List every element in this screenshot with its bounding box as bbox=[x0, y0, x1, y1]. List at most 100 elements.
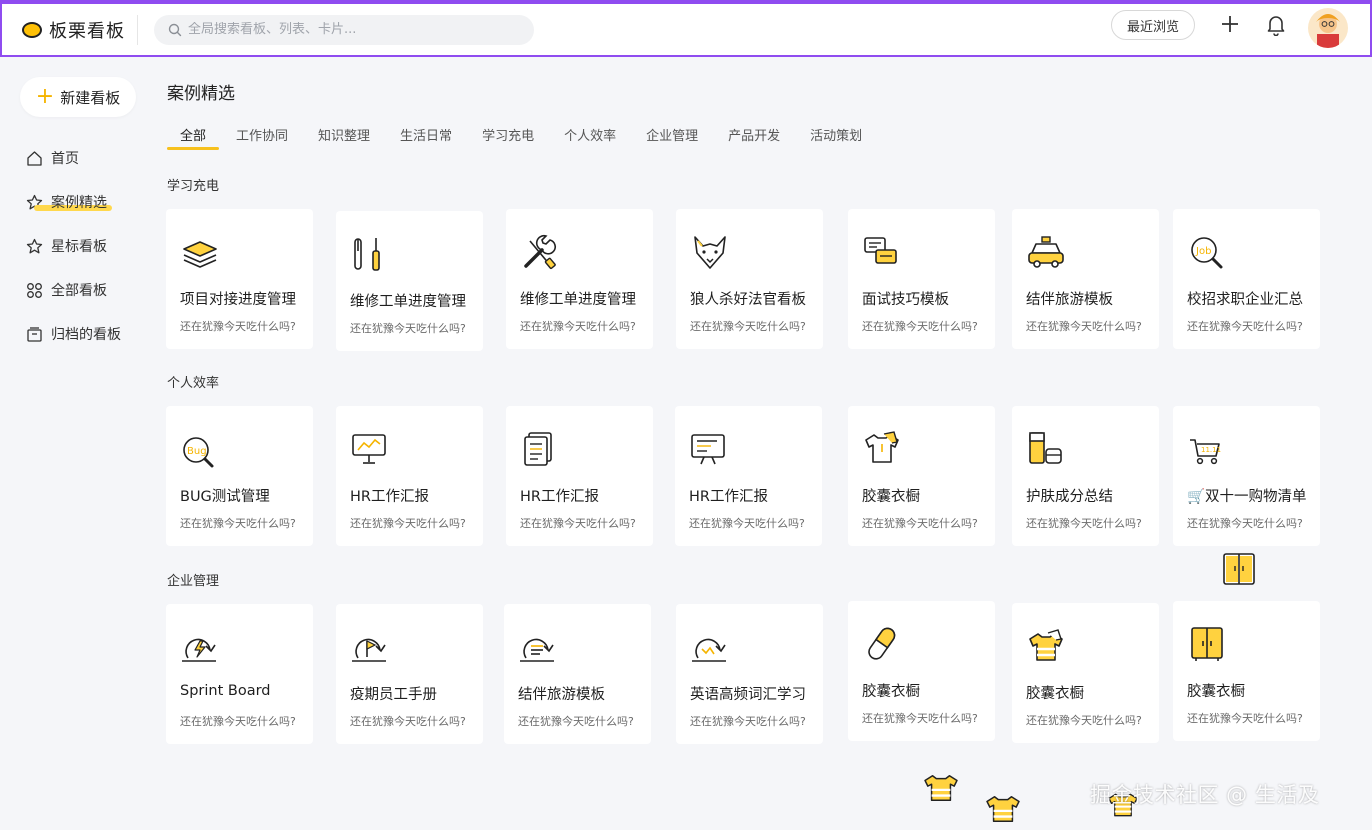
presentation-icon bbox=[352, 434, 386, 464]
template-card[interactable]: 护肤成分总结 还在犹豫今天吃什么吗? bbox=[1012, 406, 1159, 546]
tab-product[interactable]: 产品开发 bbox=[728, 125, 780, 151]
chestnut-logo-icon bbox=[22, 21, 42, 38]
template-card[interactable]: Bug BUG测试管理 还在犹豫今天吃什么吗? bbox=[166, 406, 313, 546]
sidebar-item-all[interactable]: 全部看板 bbox=[26, 268, 121, 312]
card-title: BUG测试管理 bbox=[180, 489, 270, 505]
home-icon bbox=[27, 150, 42, 166]
section-title: 个人效率 bbox=[167, 376, 220, 391]
template-card[interactable]: 狼人杀好法官看板 还在犹豫今天吃什么吗? bbox=[676, 209, 823, 349]
card-subtitle: 还在犹豫今天吃什么吗? bbox=[518, 715, 634, 728]
tab-work[interactable]: 工作协同 bbox=[236, 125, 288, 151]
card-title: 狼人杀好法官看板 bbox=[690, 292, 806, 308]
tab-knowledge[interactable]: 知识整理 bbox=[318, 125, 370, 151]
template-card[interactable]: 结伴旅游模板 还在犹豫今天吃什么吗? bbox=[504, 604, 651, 744]
template-card[interactable]: 胶囊衣橱 还在犹豫今天吃什么吗? bbox=[1173, 601, 1320, 741]
card-subtitle: 还在犹豫今天吃什么吗? bbox=[520, 517, 636, 530]
template-card[interactable]: 面试技巧模板 还在犹豫今天吃什么吗? bbox=[848, 209, 995, 349]
template-card[interactable]: Job 校招求职企业汇总 还在犹豫今天吃什么吗? bbox=[1173, 209, 1320, 349]
sidebar-nav: 首页 案例精选 星标看板 全部看板 归档的看板 bbox=[26, 136, 121, 356]
card-subtitle: 还在犹豫今天吃什么吗? bbox=[180, 320, 296, 333]
recent-button[interactable]: 最近浏览 bbox=[1111, 10, 1195, 40]
card-subtitle: 还在犹豫今天吃什么吗? bbox=[520, 320, 636, 333]
card-title: HR工作汇报 bbox=[520, 489, 599, 505]
user-avatar[interactable] bbox=[1308, 8, 1348, 48]
page-title: 案例精选 bbox=[167, 84, 235, 104]
card-subtitle: 还在犹豫今天吃什么吗? bbox=[689, 517, 805, 530]
card-subtitle: 还在犹豫今天吃什么吗? bbox=[862, 712, 978, 725]
wolf-icon bbox=[694, 236, 726, 269]
tab-life[interactable]: 生活日常 bbox=[400, 125, 452, 151]
card-title: 校招求职企业汇总 bbox=[1187, 292, 1303, 308]
template-card[interactable]: 项目对接进度管理 还在犹豫今天吃什么吗? bbox=[166, 209, 313, 349]
tab-all[interactable]: 全部 bbox=[166, 125, 220, 151]
tab-events[interactable]: 活动策划 bbox=[810, 125, 862, 151]
sidebar-item-label: 首页 bbox=[51, 151, 79, 167]
card-title: 英语高频词汇学习 bbox=[690, 687, 806, 703]
app-logo[interactable]: 板栗看板 bbox=[22, 14, 138, 45]
layers-icon bbox=[183, 241, 217, 268]
card-subtitle: 还在犹豫今天吃什么吗? bbox=[180, 715, 296, 728]
card-title: 面试技巧模板 bbox=[862, 292, 949, 308]
template-card[interactable]: HR工作汇报 还在犹豫今天吃什么吗? bbox=[506, 406, 653, 546]
template-card[interactable]: 英语高频词汇学习 还在犹豫今天吃什么吗? bbox=[676, 604, 823, 744]
svg-text:11.11: 11.11 bbox=[1201, 446, 1221, 454]
section-title: 企业管理 bbox=[167, 574, 220, 589]
template-card[interactable]: 维修工单进度管理 还在犹豫今天吃什么吗? bbox=[336, 211, 483, 351]
sidebar-item-home[interactable]: 首页 bbox=[26, 136, 121, 180]
card-title: 项目对接进度管理 bbox=[180, 292, 296, 308]
template-card[interactable]: 胶囊衣橱 还在犹豫今天吃什么吗? bbox=[848, 601, 995, 741]
new-board-button[interactable]: + 新建看板 bbox=[20, 77, 136, 117]
tab-enterprise[interactable]: 企业管理 bbox=[646, 125, 698, 151]
sprint-chart-icon bbox=[692, 638, 726, 662]
new-board-label: 新建看板 bbox=[60, 88, 121, 107]
sidebar-item-label: 案例精选 bbox=[51, 195, 107, 211]
template-card[interactable]: 11.11 🛒双十一购物清单 还在犹豫今天吃什么吗? bbox=[1173, 406, 1320, 546]
card-title: HR工作汇报 bbox=[689, 489, 768, 505]
card-subtitle: 还在犹豫今天吃什么吗? bbox=[690, 715, 806, 728]
category-tabs: 全部 工作协同 知识整理 生活日常 学习充电 个人效率 企业管理 产品开发 活动… bbox=[166, 125, 892, 151]
card-title: HR工作汇报 bbox=[350, 489, 429, 505]
sidebar-item-label: 全部看板 bbox=[51, 283, 107, 299]
shirt-sticker-icon bbox=[924, 775, 958, 801]
shirt-icon bbox=[865, 431, 899, 463]
card-title: 胶囊衣橱 bbox=[1187, 684, 1245, 700]
template-card[interactable]: 维修工单进度管理 还在犹豫今天吃什么吗? bbox=[506, 209, 653, 349]
sidebar-item-featured[interactable]: 案例精选 bbox=[26, 180, 121, 224]
search-input[interactable] bbox=[188, 22, 508, 37]
notification-bell-icon[interactable] bbox=[1266, 14, 1286, 36]
tab-efficiency[interactable]: 个人效率 bbox=[564, 125, 616, 151]
taxi-icon bbox=[1028, 236, 1064, 268]
template-card[interactable]: 疫期员工手册 还在犹豫今天吃什么吗? bbox=[336, 604, 483, 744]
card-subtitle: 还在犹豫今天吃什么吗? bbox=[1026, 517, 1142, 530]
section-title: 学习充电 bbox=[167, 179, 220, 194]
svg-text:Job: Job bbox=[1195, 246, 1211, 257]
card-subtitle: 还在犹豫今天吃什么吗? bbox=[1026, 320, 1142, 333]
card-subtitle: 还在犹豫今天吃什么吗? bbox=[1187, 517, 1303, 530]
card-title: Sprint Board bbox=[180, 683, 271, 699]
template-card[interactable]: 胶囊衣橱 还在犹豫今天吃什么吗? bbox=[1012, 603, 1159, 743]
tab-learning[interactable]: 学习充电 bbox=[482, 125, 534, 151]
card-title: 胶囊衣橱 bbox=[1026, 686, 1084, 702]
card-subtitle: 还在犹豫今天吃什么吗? bbox=[1026, 714, 1142, 727]
shirt-sticker-icon bbox=[986, 796, 1020, 822]
card-title: 疫期员工手册 bbox=[350, 687, 437, 703]
template-card[interactable]: HR工作汇报 还在犹豫今天吃什么吗? bbox=[336, 406, 483, 546]
watermark: 掘金技术社区 @ 生活及 bbox=[1090, 783, 1320, 807]
global-search[interactable] bbox=[154, 14, 534, 45]
card-subtitle: 还在犹豫今天吃什么吗? bbox=[862, 320, 978, 333]
cosmetics-icon bbox=[1029, 432, 1062, 464]
card-subtitle: 还在犹豫今天吃什么吗? bbox=[1187, 712, 1303, 725]
cart-icon: 11.11 bbox=[1190, 439, 1221, 465]
sidebar-item-label: 星标看板 bbox=[51, 239, 107, 255]
sidebar-item-archived[interactable]: 归档的看板 bbox=[26, 312, 121, 356]
add-icon[interactable] bbox=[1220, 14, 1240, 34]
template-card[interactable]: 结伴旅游模板 还在犹豫今天吃什么吗? bbox=[1012, 209, 1159, 349]
card-subtitle: 还在犹豫今天吃什么吗? bbox=[350, 322, 466, 335]
template-card[interactable]: 胶囊衣橱 还在犹豫今天吃什么吗? bbox=[848, 406, 995, 546]
card-subtitle: 还在犹豫今天吃什么吗? bbox=[350, 517, 466, 530]
template-card[interactable]: HR工作汇报 还在犹豫今天吃什么吗? bbox=[675, 406, 822, 546]
wrench-icon bbox=[524, 234, 556, 270]
card-subtitle: 还在犹豫今天吃什么吗? bbox=[180, 517, 296, 530]
sidebar-item-starred[interactable]: 星标看板 bbox=[26, 224, 121, 268]
template-card[interactable]: Sprint Board 还在犹豫今天吃什么吗? bbox=[166, 604, 313, 744]
